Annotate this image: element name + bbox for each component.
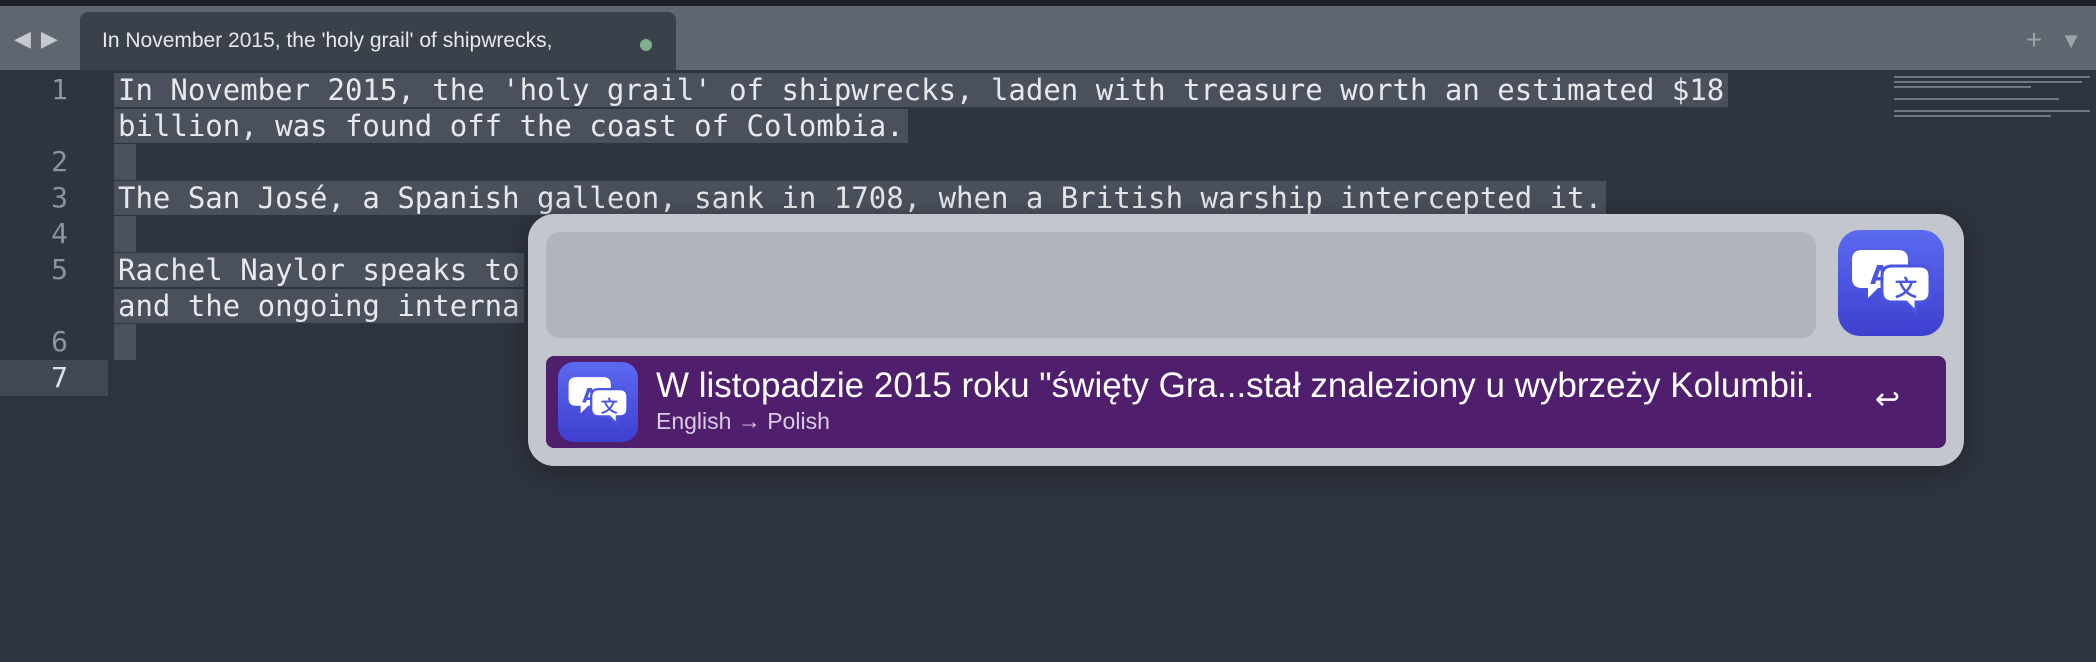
code-line: billion, was found off the coast of Colo… [114,108,908,144]
editor-tab[interactable]: In November 2015, the 'holy grail' of sh… [80,12,676,70]
translate-launcher: A 文 A 文 W listopadzie 2015 roku "święty … [528,214,1964,466]
translate-icon: A 文 [558,362,638,442]
selected-text: Rachel Naylor speaks to [114,253,524,287]
forward-arrow-icon[interactable]: ▶ [41,28,58,50]
svg-text:文: 文 [1895,276,1918,302]
line-number: 4 [51,217,68,250]
selected-text: and the ongoing interna [114,289,524,323]
unsaved-dot-icon [640,39,652,51]
line-number: 1 [51,73,68,106]
back-arrow-icon[interactable]: ◀ [14,28,31,50]
translate-icon: A 文 [1838,230,1944,336]
line-number: 6 [51,325,68,358]
selected-text: billion, was found off the coast of Colo… [114,109,908,143]
selection-blank [114,324,136,360]
selection-blank [114,216,136,252]
return-key-icon: ↩ [1874,383,1900,416]
line-number-active: 7 [51,361,68,394]
line-number: 3 [51,181,68,214]
tab-menu-icon[interactable]: ▼ [2060,26,2082,56]
line-number: 5 [51,253,68,286]
result-title: W listopadzie 2015 roku "święty Gra...st… [656,366,1815,405]
selected-text: In November 2015, the 'holy grail' of sh… [114,73,1729,107]
selected-text: The San José, a Spanish galleon, sank in… [114,181,1607,215]
add-tab-icon[interactable]: + [2026,26,2042,56]
code-line: The San José, a Spanish galleon, sank in… [114,180,1607,216]
code-line: In November 2015, the 'holy grail' of sh… [114,72,1729,108]
selection-blank [114,144,136,180]
minimap[interactable] [1894,76,2090,120]
tab-title: In November 2015, the 'holy grail' of sh… [102,29,553,52]
code-line: Rachel Naylor speaks to [114,252,524,288]
line-number: 2 [51,145,68,178]
nav-arrows: ◀ ▶ [14,28,58,50]
code-line: and the ongoing interna [114,288,524,324]
title-bar: ◀ ▶ In November 2015, the 'holy grail' o… [0,0,2096,70]
title-actions: + ▼ [2026,26,2082,56]
search-input[interactable] [546,232,1816,338]
translation-result[interactable]: A 文 W listopadzie 2015 roku "święty Gra.… [546,356,1946,448]
svg-text:文: 文 [601,396,618,416]
result-subtitle: English → Polish [656,408,830,434]
